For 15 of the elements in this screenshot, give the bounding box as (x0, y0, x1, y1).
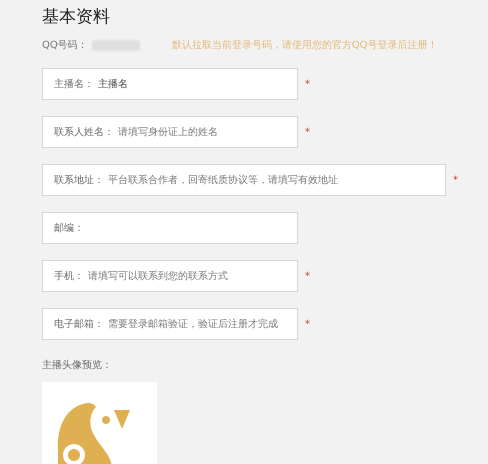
qq-hint: 默认拉取当前登录号码，请使用您的官方QQ号登录后注册！ (172, 38, 438, 52)
required-mark: * (305, 126, 310, 138)
section-title: 基本资料 (42, 6, 111, 28)
qq-label: QQ号码： (42, 39, 88, 52)
input-field[interactable]: 联系地址： 平台联系合作者，回寄纸质协议等，请填写有效地址 (42, 164, 446, 196)
input-field[interactable]: 联系人姓名： 请填写身份证上的姓名 (42, 116, 298, 148)
required-mark: * (305, 318, 310, 330)
required-mark: * (305, 78, 310, 90)
input-field[interactable]: 电子邮箱： 需要登录邮箱验证，验证后注册才完成 (42, 308, 298, 340)
input-field[interactable]: 主播名： 主播名 (42, 68, 298, 100)
input-field[interactable]: 手机： 请填写可以联系到您的联系方式 (42, 260, 298, 292)
required-mark: * (453, 174, 458, 186)
avatar-label: 主播头像预览： (42, 358, 113, 372)
input-field[interactable]: 邮编： (42, 212, 298, 244)
required-mark: * (305, 270, 310, 282)
